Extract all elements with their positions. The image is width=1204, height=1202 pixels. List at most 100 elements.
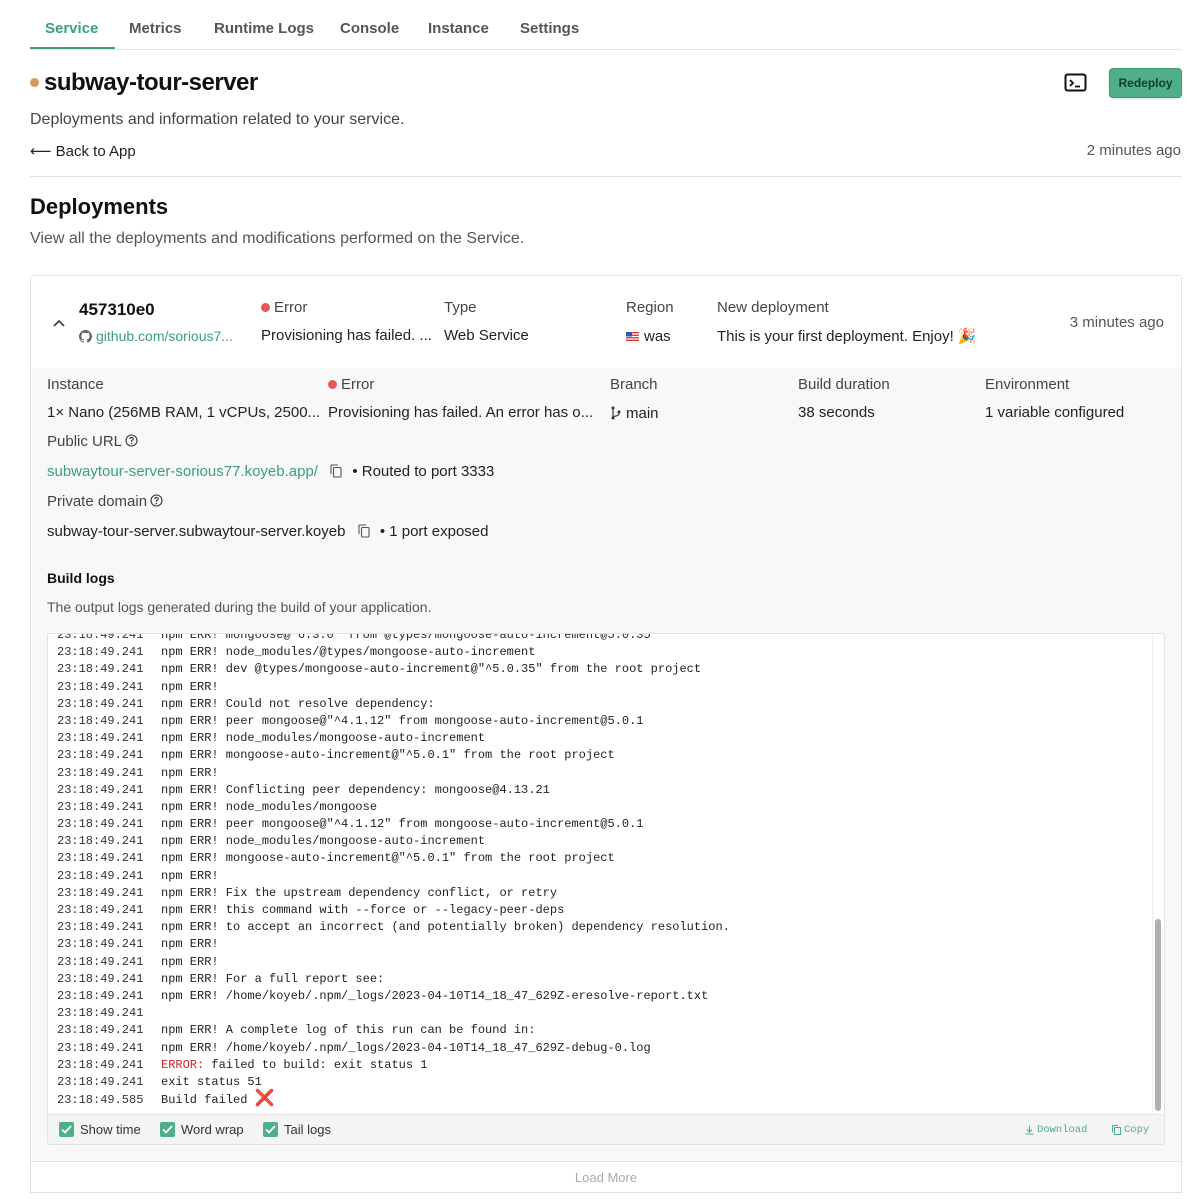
- public-url-link[interactable]: subwaytour-server-sorious77.koyeb.app/: [47, 463, 318, 480]
- back-to-app-link[interactable]: ⟵ Back to App: [30, 142, 136, 160]
- type-label: Type: [444, 299, 477, 316]
- redeploy-button[interactable]: Redeploy: [1109, 68, 1182, 98]
- log-line: 23:18:49.241 npm ERR! mongoose-auto-incre…: [57, 850, 1145, 867]
- status-message: Provisioning has failed. ...: [261, 327, 432, 344]
- tab-runtime-logs[interactable]: Runtime Logs: [214, 20, 314, 37]
- log-message: npm ERR!: [161, 679, 219, 694]
- log-timestamp: 23:18:49.585: [57, 1093, 144, 1108]
- log-message: npm ERR! mongoose@"6.3.0" from @types/mo…: [161, 633, 651, 642]
- repo-link[interactable]: github.com/sorious7...: [79, 328, 233, 344]
- checkbox-checked-icon: [263, 1122, 278, 1137]
- log-message: Build failed: [161, 1093, 255, 1108]
- region-code: was: [644, 328, 671, 345]
- checkbox-checked-icon: [59, 1122, 74, 1137]
- log-line: 23:18:49.241 npm ERR! peer mongoose@"^4.1…: [57, 816, 1145, 833]
- log-line: 23:18:49.241 npm ERR!: [57, 936, 1145, 953]
- deployment-card: 457310e0 github.com/sorious7... Error Pr…: [30, 275, 1182, 1162]
- log-message: npm ERR!: [161, 765, 219, 780]
- log-timestamp: 23:18:49.241: [57, 851, 144, 866]
- new-deployment-message: This is your first deployment. Enjoy! 🎉: [717, 328, 977, 345]
- word-wrap-checkbox[interactable]: Word wrap: [160, 1122, 244, 1137]
- log-error-tag: ERROR:: [161, 1057, 205, 1072]
- log-message: npm ERR! node_modules/mongoose: [161, 799, 378, 814]
- git-branch-icon: [611, 406, 621, 420]
- build-logs-title: Build logs: [47, 570, 115, 586]
- terminal-icon[interactable]: [1064, 73, 1088, 93]
- log-line: 23:18:49.241 npm ERR! For a full report s…: [57, 971, 1145, 988]
- help-icon[interactable]: [150, 494, 163, 507]
- log-timestamp: 23:18:49.241: [57, 731, 144, 746]
- log-message: npm ERR! this command with --force or --…: [161, 903, 565, 917]
- log-line: 23:18:49.241 npm ERR! node_modules/@types…: [57, 644, 1145, 661]
- log-message: npm ERR! Conflicting peer dependency: mo…: [161, 782, 550, 797]
- branch-name: main: [626, 405, 659, 422]
- chevron-up-icon[interactable]: [52, 315, 66, 327]
- log-timestamp: 23:18:49.241: [57, 1074, 144, 1089]
- log-message: npm ERR! peer mongoose@"^4.1.12" from mo…: [161, 817, 644, 832]
- log-line: 23:18:49.241 npm ERR! peer mongoose@"^4.1…: [57, 713, 1145, 730]
- region-label: Region: [626, 299, 674, 316]
- log-footer: Show time Word wrap Tail logs Download C…: [48, 1114, 1164, 1144]
- log-line: 23:18:49.241 npm ERR! node_modules/mongoo…: [57, 730, 1145, 747]
- log-timestamp: 23:18:49.241: [57, 782, 144, 797]
- log-message: npm ERR! peer mongoose@"^4.1.12" from mo…: [161, 713, 644, 728]
- log-line: 23:18:49.241 npm ERR! node_modules/mongoo…: [57, 799, 1145, 816]
- log-timestamp: 23:18:49.241: [57, 988, 144, 1003]
- log-line: 23:18:49.241 npm ERR! Conflicting peer de…: [57, 782, 1145, 799]
- log-line: 23:18:49.241 npm ERR!: [57, 679, 1145, 696]
- tail-logs-checkbox[interactable]: Tail logs: [263, 1122, 331, 1137]
- github-icon: [79, 329, 92, 343]
- log-timestamp: 23:18:49.241: [57, 937, 144, 952]
- log-timestamp: 23:18:49.241: [57, 696, 144, 711]
- log-line: 23:18:49.241 npm ERR! Fix the upstream de…: [57, 885, 1145, 902]
- show-time-label: Show time: [80, 1122, 141, 1137]
- log-line: 23:18:49.241: [57, 1005, 1145, 1022]
- log-message: npm ERR! dev @types/mongoose-auto-increm…: [161, 662, 702, 677]
- private-domain-value: subway-tour-server.subwaytour-server.koy…: [47, 523, 346, 540]
- tab-instance[interactable]: Instance: [428, 20, 489, 37]
- copy-label: Copy: [1124, 1124, 1150, 1136]
- copy-icon[interactable]: [330, 464, 342, 478]
- deployment-time: 3 minutes ago: [1069, 314, 1164, 331]
- log-message: npm ERR! Fix the upstream dependency con…: [161, 885, 558, 900]
- private-domain-label: Private domain: [47, 493, 148, 510]
- page-title: subway-tour-server: [44, 69, 258, 96]
- help-icon[interactable]: [125, 434, 138, 447]
- log-line: 23:18:49.241 npm ERR! /home/koyeb/.npm/_l…: [57, 1040, 1145, 1057]
- log-timestamp: 23:18:49.241: [57, 1040, 144, 1055]
- error-dot-icon: [261, 303, 270, 312]
- instance-label: Instance: [47, 376, 104, 393]
- log-lines: 23:18:49.241 npm ERR! mongoose@"6.3.0" fr…: [57, 633, 1145, 1109]
- public-url-row: subwaytour-server-sorious77.koyeb.app/ •…: [47, 463, 494, 480]
- scrollbar-thumb[interactable]: [1155, 919, 1161, 1111]
- tab-metrics[interactable]: Metrics: [129, 20, 182, 37]
- log-timestamp: 23:18:49.241: [57, 799, 144, 814]
- log-message: npm ERR! /home/koyeb/.npm/_logs/2023-04-…: [161, 1040, 651, 1055]
- new-deployment-label: New deployment: [717, 299, 829, 316]
- log-timestamp: 23:18:49.241: [57, 903, 144, 917]
- copy-logs-button[interactable]: Copy: [1112, 1124, 1149, 1136]
- deployment-id: 457310e0: [79, 300, 155, 319]
- copy-icon[interactable]: [358, 524, 370, 538]
- tab-console[interactable]: Console: [340, 20, 399, 37]
- log-line: 23:18:49.241 npm ERR! /home/koyeb/.npm/_l…: [57, 988, 1145, 1005]
- deployments-description: View all the deployments and modificatio…: [30, 230, 525, 247]
- log-line: 23:18:49.241 npm ERR! this command with -…: [57, 902, 1145, 919]
- build-logs-description: The output logs generated during the bui…: [47, 599, 432, 615]
- log-timestamp: 23:18:49.241: [57, 971, 144, 986]
- tab-settings[interactable]: Settings: [520, 20, 579, 37]
- log-timestamp: 23:18:49.241: [57, 920, 144, 935]
- type-value: Web Service: [444, 327, 529, 344]
- log-line: 23:18:49.241 npm ERR! dev @types/mongoose…: [57, 661, 1145, 678]
- deployment-summary[interactable]: 457310e0 github.com/sorious7... Error Pr…: [31, 276, 1181, 368]
- download-button[interactable]: Download: [1025, 1124, 1087, 1136]
- load-more-button[interactable]: Load More: [30, 1161, 1182, 1193]
- download-label: Download: [1037, 1124, 1088, 1136]
- log-message: npm ERR! mongoose-auto-increment@"^5.0.1…: [161, 748, 615, 763]
- build-log-viewer[interactable]: 23:18:49.241 npm ERR! mongoose@"6.3.0" fr…: [47, 633, 1165, 1145]
- show-time-checkbox[interactable]: Show time: [59, 1122, 141, 1137]
- tab-service[interactable]: Service: [45, 20, 98, 37]
- log-line: 23:18:49.241 exit status 51: [57, 1074, 1145, 1091]
- cross-mark-icon: ❌: [254, 1090, 275, 1109]
- log-line: 23:18:49.241 ERROR: failed to build: exit…: [57, 1057, 1145, 1074]
